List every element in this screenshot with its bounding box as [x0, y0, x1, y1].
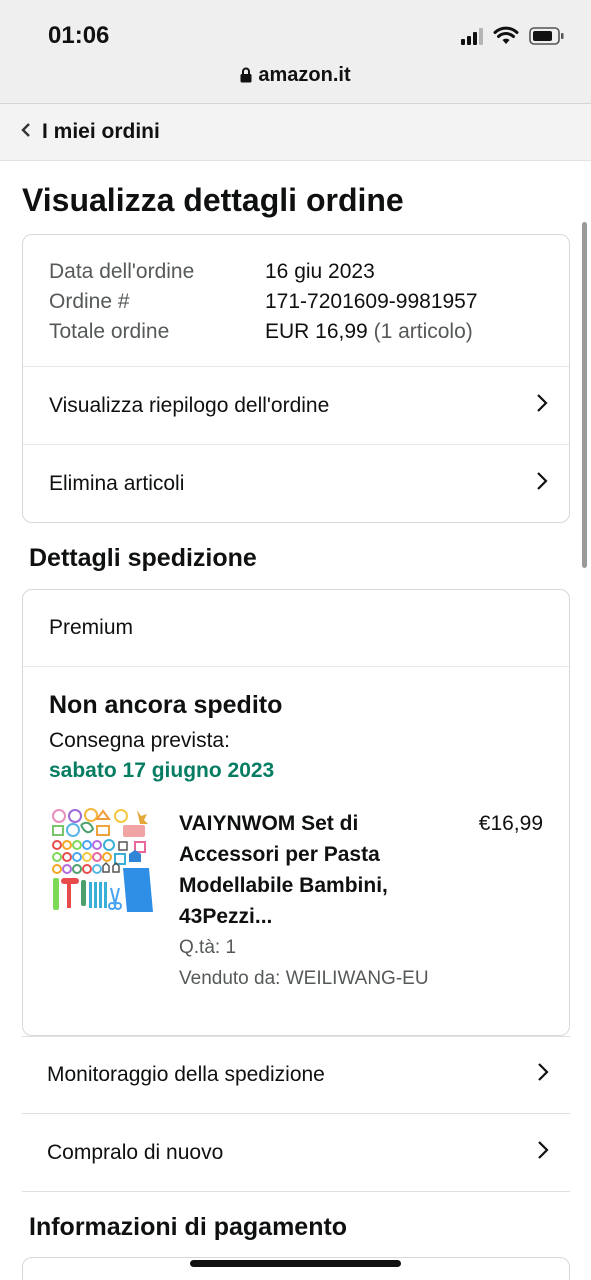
order-item-count: (1 articolo)	[373, 320, 473, 343]
delivery-eta-date: sabato 17 giugno 2023	[49, 759, 275, 782]
chevron-right-icon	[535, 392, 549, 420]
order-total-amount: EUR 16,99	[265, 320, 368, 343]
shipment-status: Non ancora spedito	[49, 691, 283, 719]
buy-again-link[interactable]: Compralo di nuovo	[22, 1114, 570, 1192]
product-image[interactable]	[49, 808, 159, 914]
order-number-value: 171-7201609-9981957	[265, 290, 478, 313]
product-title[interactable]: VAIYNWOM Set di Accessori per Pasta Mode…	[179, 808, 459, 932]
battery-icon	[529, 26, 565, 46]
lock-icon	[240, 66, 252, 89]
back-label: I miei ordini	[42, 120, 160, 143]
order-summary-card: Data dell'ordine 16 giu 2023 Ordine # 17…	[22, 234, 570, 523]
view-order-summary-label: Visualizza riepilogo dell'ordine	[49, 393, 330, 417]
back-to-orders[interactable]: I miei ordini	[0, 104, 591, 161]
order-total-row: Totale ordine EUR 16,99 (1 articolo)	[49, 317, 543, 347]
shipping-card: Premium Non ancora spedito Consegna prev…	[22, 589, 570, 1036]
status-icons	[461, 26, 565, 46]
wifi-icon	[493, 26, 519, 46]
chevron-right-icon	[536, 1061, 550, 1089]
shipment-status-block: Non ancora spedito Consegna prevista: sa…	[23, 667, 569, 994]
order-date-value: 16 giu 2023	[265, 260, 375, 283]
order-total-label: Totale ordine	[49, 320, 170, 343]
status-time: 01:06	[48, 22, 110, 49]
chevron-left-icon	[20, 122, 32, 143]
track-shipment-link[interactable]: Monitoraggio della spedizione	[22, 1036, 570, 1114]
url-text: amazon.it	[258, 64, 351, 86]
order-number-label: Ordine #	[49, 290, 130, 313]
track-shipment-label: Monitoraggio della spedizione	[47, 1063, 325, 1086]
home-indicator[interactable]	[190, 1260, 401, 1267]
chevron-right-icon	[535, 470, 549, 498]
order-info: Data dell'ordine 16 giu 2023 Ordine # 17…	[23, 235, 569, 367]
order-date-row: Data dell'ordine 16 giu 2023	[49, 257, 543, 287]
delivery-eta-label: Consegna prevista:	[49, 729, 230, 752]
page-title: Visualizza dettagli ordine	[22, 182, 404, 218]
shipping-service: Premium	[23, 590, 569, 667]
shipping-section-title: Dettagli spedizione	[29, 544, 257, 572]
order-number-row: Ordine # 171-7201609-9981957	[49, 287, 543, 317]
view-order-summary-link[interactable]: Visualizza riepilogo dell'ordine	[23, 367, 569, 445]
product-quantity: Q.tà: 1	[179, 937, 237, 958]
chevron-right-icon	[536, 1139, 550, 1167]
product-info: VAIYNWOM Set di Accessori per Pasta Mode…	[179, 808, 459, 994]
order-date-label: Data dell'ordine	[49, 260, 195, 283]
product-price: €16,99	[478, 812, 543, 835]
payment-section-title: Informazioni di pagamento	[29, 1213, 348, 1241]
order-item: VAIYNWOM Set di Accessori per Pasta Mode…	[49, 808, 543, 994]
scrollbar[interactable]	[582, 222, 587, 568]
cellular-signal-icon	[461, 27, 483, 45]
order-total-value: EUR 16,99 (1 articolo)	[265, 317, 473, 347]
product-seller: Venduto da: WEILIWANG-EU	[179, 968, 429, 989]
address-bar[interactable]: amazon.it	[0, 64, 591, 89]
remove-items-label: Elimina articoli	[49, 472, 185, 495]
browser-chrome: 01:06 amazon.it	[0, 0, 591, 104]
remove-items-link[interactable]: Elimina articoli	[23, 445, 569, 522]
buy-again-label: Compralo di nuovo	[47, 1140, 224, 1164]
